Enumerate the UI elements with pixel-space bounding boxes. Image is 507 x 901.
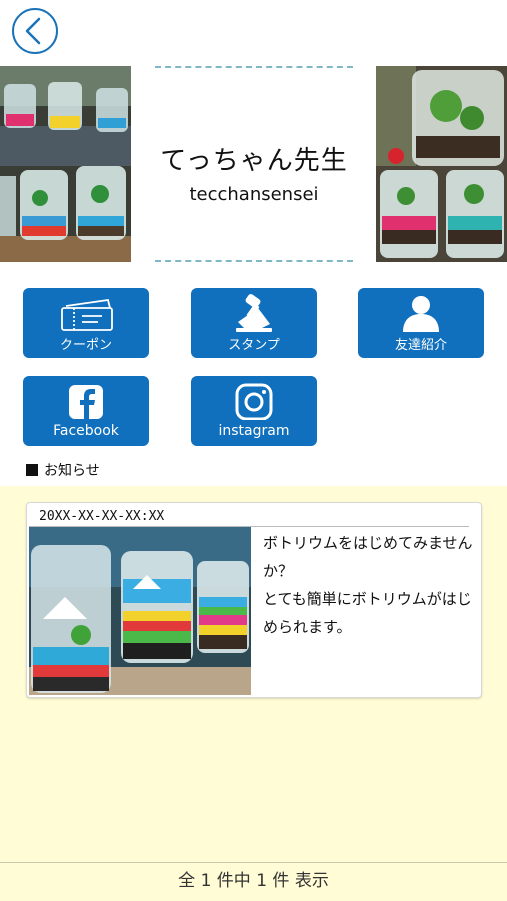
refer-friend-button[interactable]: 友達紹介 bbox=[358, 288, 484, 358]
divider bbox=[155, 260, 353, 262]
instagram-label: instagram bbox=[218, 423, 290, 439]
facebook-icon bbox=[69, 385, 103, 419]
shop-title-panel: てっちゃん先生 tecchansensei bbox=[155, 66, 353, 262]
terrarium-photo-left bbox=[0, 66, 131, 262]
coupon-label: クーポン bbox=[59, 338, 112, 353]
instagram-button[interactable]: instagram bbox=[191, 376, 317, 446]
stamp-label: スタンプ bbox=[228, 338, 280, 353]
ticket-icon bbox=[61, 298, 113, 331]
shop-name-romanized: tecchansensei bbox=[189, 184, 319, 205]
facebook-label: Facebook bbox=[53, 423, 119, 439]
instagram-icon bbox=[235, 383, 273, 420]
stamp-icon bbox=[236, 294, 272, 332]
result-count: 全 1 件中 1 件 表示 bbox=[0, 862, 507, 901]
facebook-button[interactable]: Facebook bbox=[23, 376, 149, 446]
news-text: ボトリウムをはじめてみませんか？ とても簡単にボトリウムがはじめられます。 bbox=[263, 534, 473, 636]
stamp-button[interactable]: スタンプ bbox=[191, 288, 317, 358]
news-thumbnail bbox=[29, 527, 251, 695]
divider bbox=[155, 66, 353, 68]
news-heading: お知らせ bbox=[26, 460, 100, 480]
terrarium-photo-right bbox=[376, 66, 507, 262]
news-date: 20XX-XX-XX-XX:XX bbox=[39, 509, 165, 524]
coupon-button[interactable]: クーポン bbox=[23, 288, 149, 358]
person-icon bbox=[403, 296, 439, 332]
news-item[interactable]: 20XX-XX-XX-XX:XX ボトリウムをはじめてみませんか？ とても簡単に… bbox=[26, 502, 482, 698]
square-bullet-icon bbox=[26, 464, 38, 476]
news-list: 20XX-XX-XX-XX:XX ボトリウムをはじめてみませんか？ とても簡単に… bbox=[0, 486, 507, 862]
chevron-left-icon bbox=[25, 17, 41, 45]
hero-banner: てっちゃん先生 tecchansensei bbox=[0, 66, 507, 262]
refer-friend-label: 友達紹介 bbox=[394, 338, 447, 353]
news-heading-text: お知らせ bbox=[44, 463, 100, 479]
shop-name: てっちゃん先生 bbox=[160, 146, 348, 176]
back-button[interactable] bbox=[12, 8, 58, 54]
